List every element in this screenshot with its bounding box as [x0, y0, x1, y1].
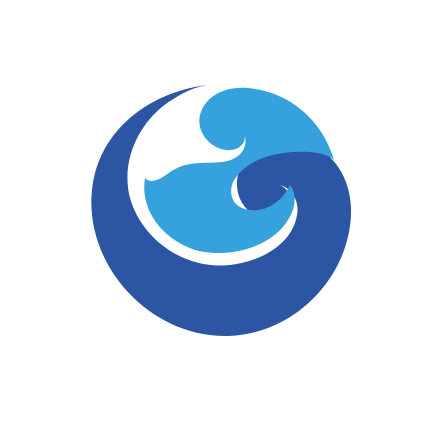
wave-circle-logo-icon	[91, 85, 352, 337]
logo-canvas	[0, 0, 434, 434]
